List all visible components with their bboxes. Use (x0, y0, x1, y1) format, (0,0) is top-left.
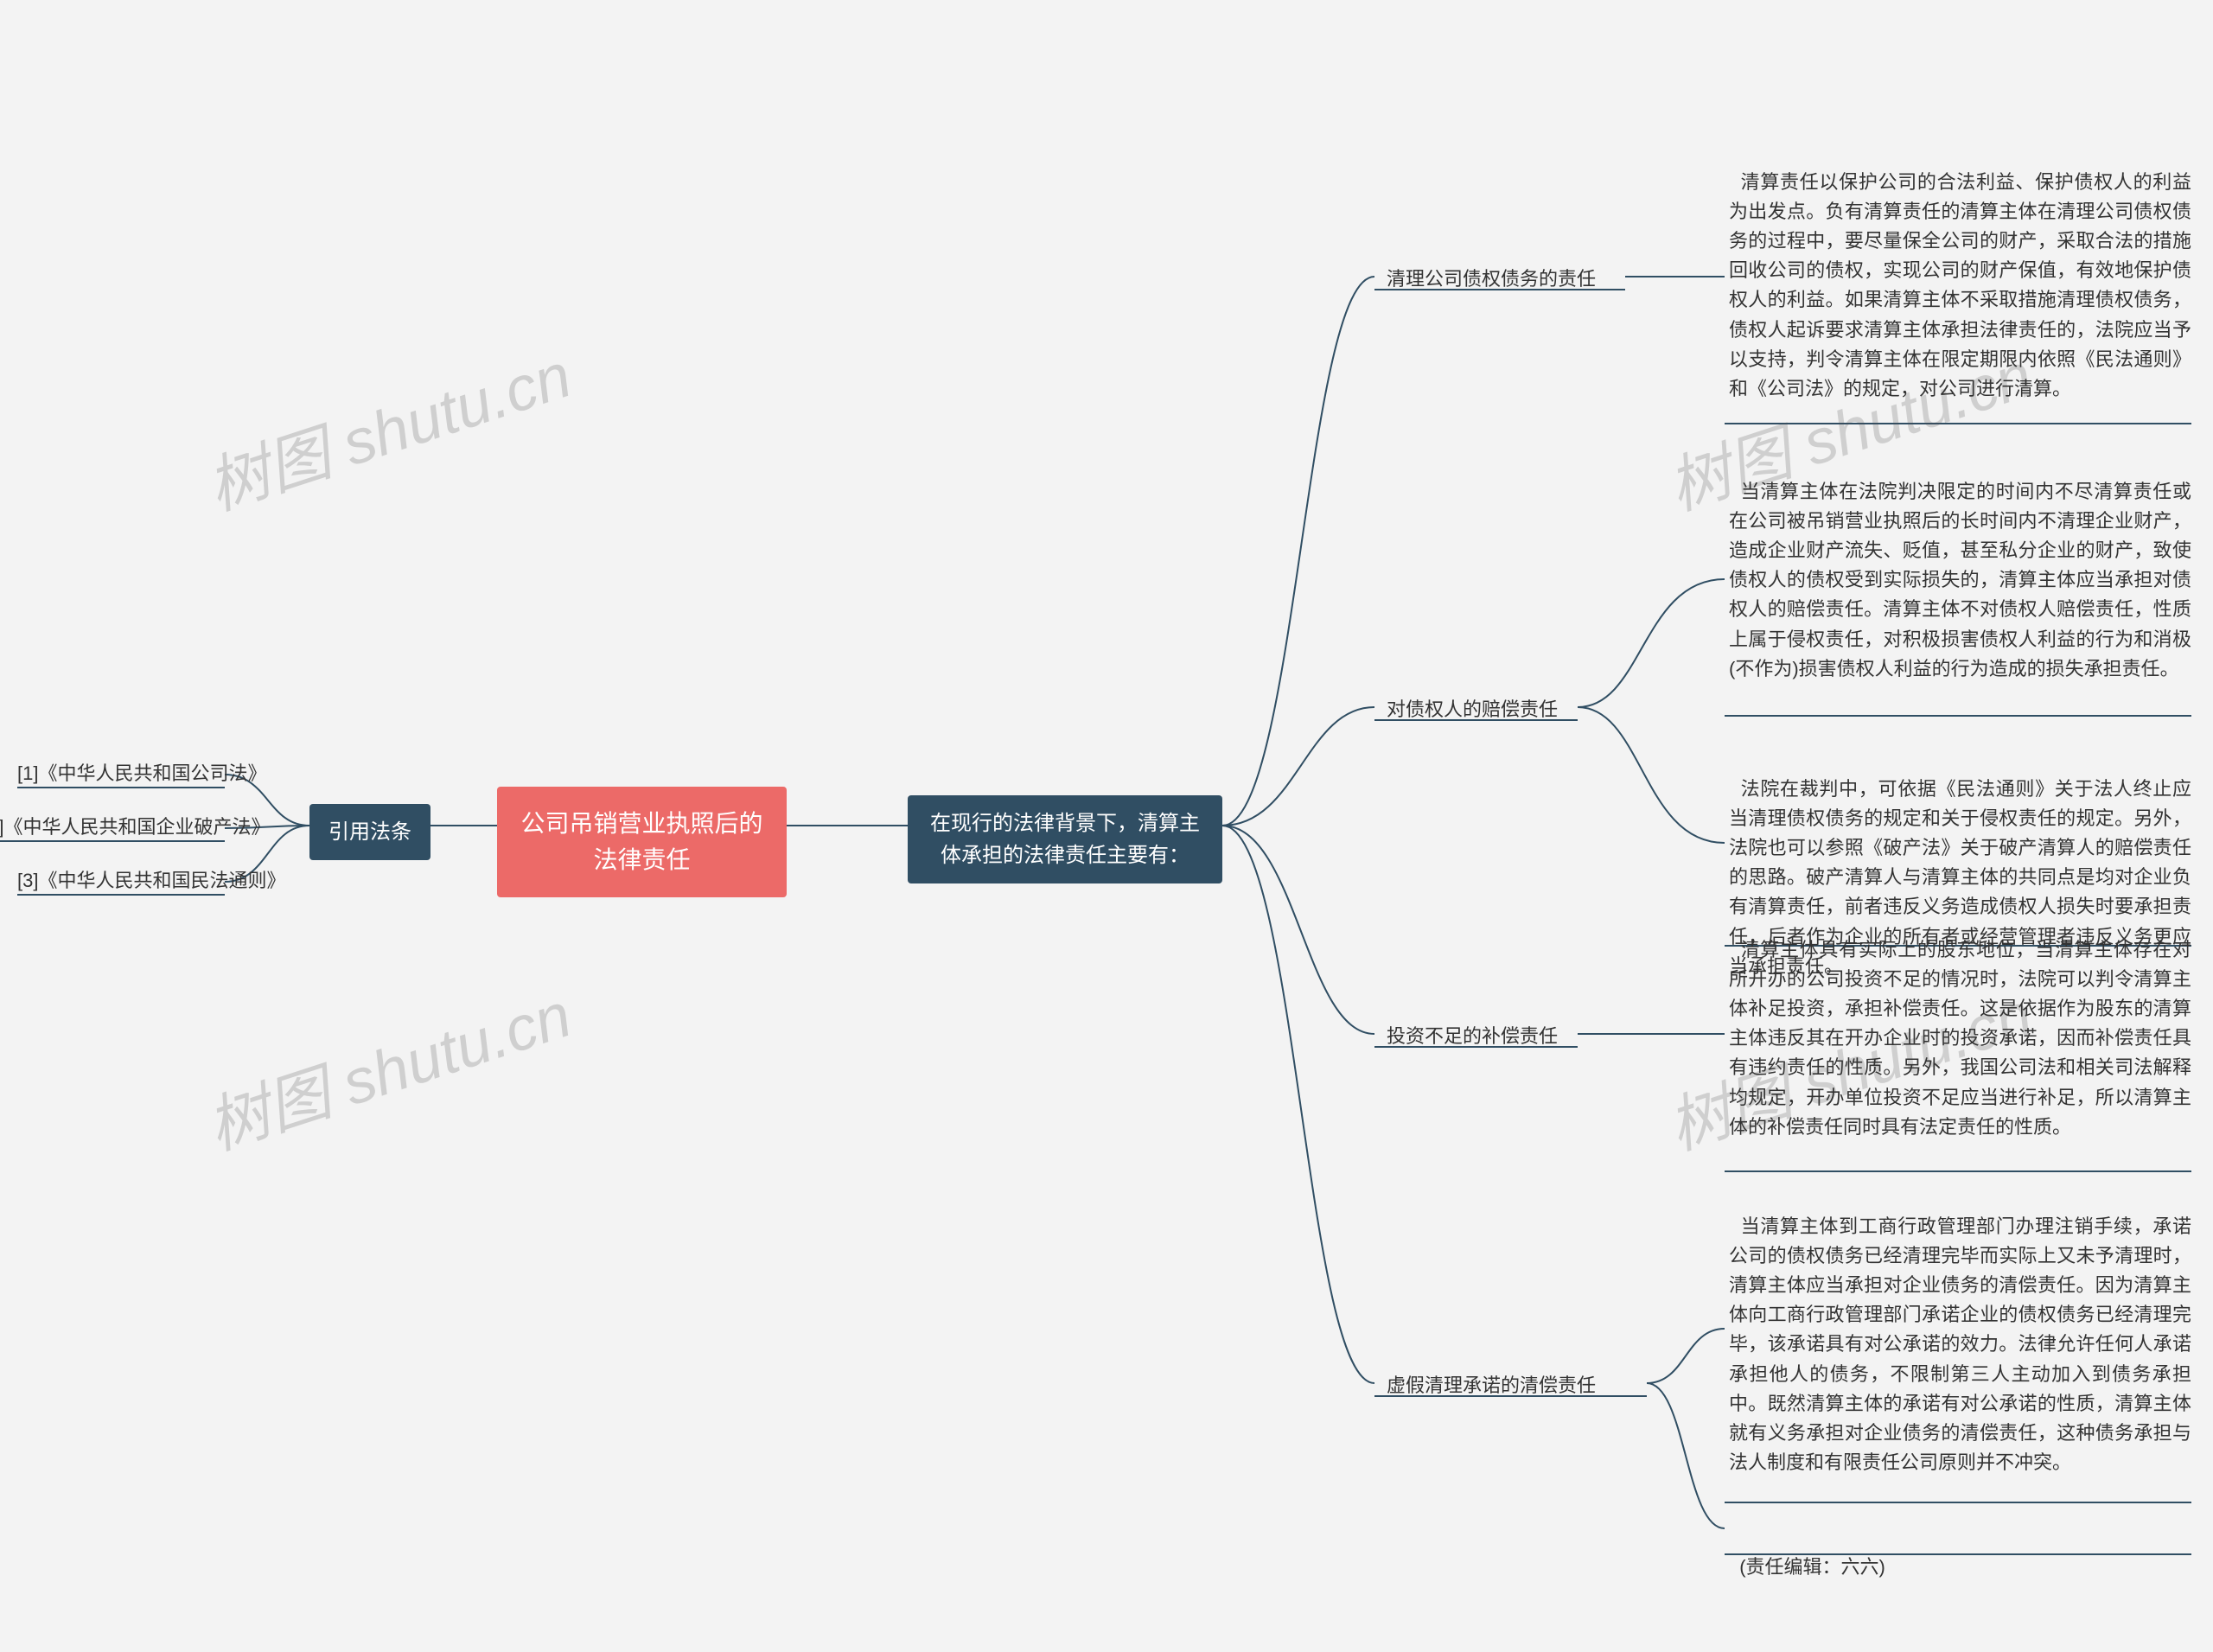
root-title: 公司吊销营业执照后的法律责任 (520, 810, 762, 873)
branch-references-label: 引用法条 (328, 820, 411, 844)
sub-node-false-promise[interactable]: 虚假清理承诺的清偿责任 (1381, 1368, 1601, 1404)
branch-references[interactable]: 引用法条 (309, 804, 430, 860)
leaf-text[interactable]: 清算主体具有实际上的股东地位，当清算主体存在对所开办的公司投资不足的情况时，法院… (1729, 906, 2191, 1142)
leaf-body: 当清算主体到工商行政管理部门办理注销手续，承诺公司的债权债务已经清理完毕而实际上… (1729, 1215, 2191, 1473)
sub-node-creditor-compensation[interactable]: 对债权人的赔偿责任 (1381, 692, 1563, 728)
reference-text: [2]《中华人民共和国企业破产法》 (0, 816, 270, 838)
reference-item[interactable]: [3]《中华人民共和国民法通则》 (17, 866, 285, 896)
sub-label: 对债权人的赔偿责任 (1387, 698, 1558, 720)
sub-node-investment-shortfall[interactable]: 投资不足的补偿责任 (1381, 1018, 1563, 1055)
reference-item[interactable]: [1]《中华人民共和国公司法》 (17, 759, 266, 788)
reference-item[interactable]: [2]《中华人民共和国企业破产法》 (0, 813, 270, 842)
leaf-text[interactable]: 当清算主体到工商行政管理部门办理注销手续，承诺公司的债权债务已经清理完毕而实际上… (1729, 1183, 2191, 1477)
sub-label: 投资不足的补偿责任 (1387, 1025, 1558, 1047)
leaf-body: 清算主体具有实际上的股东地位，当清算主体存在对所开办的公司投资不足的情况时，法院… (1729, 939, 2191, 1138)
branch-liabilities-label: 在现行的法律背景下，清算主体承担的法律责任主要有： (930, 812, 1200, 867)
sub-label: 清理公司债权债务的责任 (1387, 268, 1596, 290)
leaf-text[interactable]: (责任编辑：六六) (1729, 1523, 2191, 1582)
sub-label: 虚假清理承诺的清偿责任 (1387, 1375, 1596, 1396)
root-node[interactable]: 公司吊销营业执照后的法律责任 (497, 787, 787, 897)
sub-node-debt-clearing[interactable]: 清理公司债权债务的责任 (1381, 261, 1601, 297)
branch-liabilities[interactable]: 在现行的法律背景下，清算主体承担的法律责任主要有： (908, 795, 1222, 883)
watermark: 树图 shutu.cn (194, 324, 580, 527)
leaf-text[interactable]: 清算责任以保护公司的合法利益、保护债权人的利益为出发点。负有清算责任的清算主体在… (1729, 138, 2191, 404)
leaf-body: (责任编辑：六六) (1739, 1556, 1885, 1578)
reference-text: [3]《中华人民共和国民法通则》 (17, 870, 285, 891)
watermark: 树图 shutu.cn (194, 964, 580, 1167)
reference-text: [1]《中华人民共和国公司法》 (17, 762, 266, 784)
leaf-text[interactable]: 当清算主体在法院判决限定的时间内不尽清算责任或在公司被吊销营业执照后的长时间内不… (1729, 448, 2191, 684)
mindmap-canvas: 树图 shutu.cn 树图 shutu.cn 树图 shutu.cn 树图 s… (0, 0, 2213, 1652)
leaf-body: 当清算主体在法院判决限定的时间内不尽清算责任或在公司被吊销营业执照后的长时间内不… (1729, 481, 2191, 679)
leaf-body: 清算责任以保护公司的合法利益、保护债权人的利益为出发点。负有清算责任的清算主体在… (1729, 171, 2191, 399)
